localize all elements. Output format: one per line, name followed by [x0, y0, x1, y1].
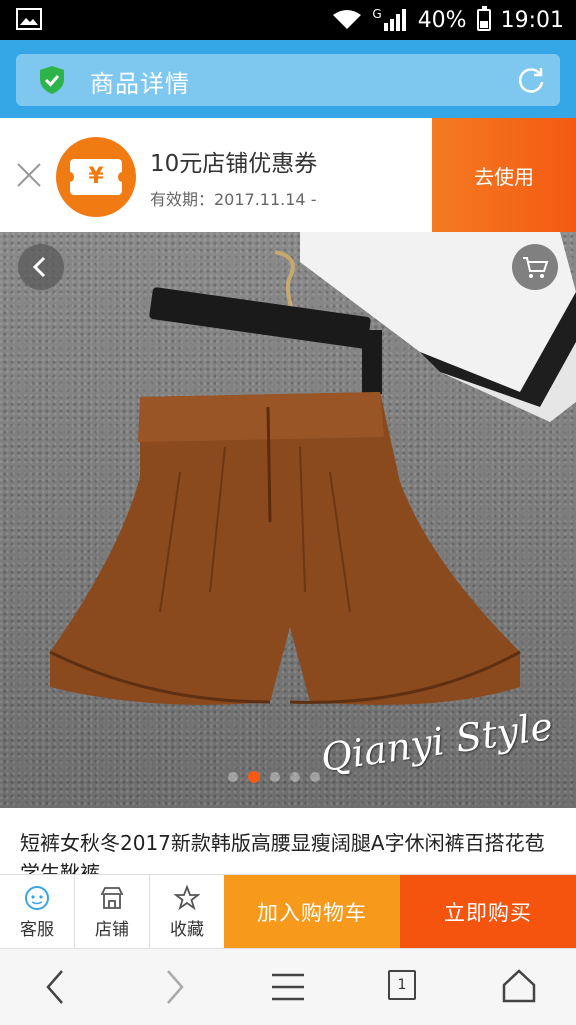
store-label: 店铺: [95, 920, 129, 940]
coupon-title: 10元店铺优惠券: [150, 151, 318, 177]
ticket-icon: ¥: [66, 159, 126, 195]
favorite-button[interactable]: 收藏: [150, 875, 225, 949]
status-right: G 40% 19:01: [332, 6, 564, 34]
page-title: 商品详情: [90, 70, 190, 98]
product-title-area: 短裤女秋冬2017新款韩版高腰显瘦阔腿A字休闲裤百搭花苞学生靴裤: [0, 808, 576, 876]
customer-service-label: 客服: [20, 920, 54, 940]
store-icon: [100, 887, 124, 909]
carousel-dot[interactable]: [290, 772, 300, 782]
shield-check-icon: [40, 66, 64, 94]
network-type: G: [372, 7, 382, 21]
customer-service-button[interactable]: 客服: [0, 875, 75, 949]
carousel-dot[interactable]: [228, 772, 238, 782]
cart-button[interactable]: [512, 244, 558, 290]
browser-nav-bar: 1: [0, 948, 576, 1025]
product-title: 短裤女秋冬2017新款韩版高腰显瘦阔腿A字休闲裤百搭花苞学生靴裤: [20, 831, 545, 876]
status-bar: G 40% 19:01: [0, 0, 576, 40]
browser-forward-icon[interactable]: [162, 969, 186, 1005]
wifi-icon: [333, 10, 362, 29]
close-icon[interactable]: [16, 162, 42, 188]
menu-icon[interactable]: [270, 969, 306, 1005]
back-button[interactable]: [18, 244, 64, 290]
store-button[interactable]: 店铺: [75, 875, 150, 949]
chevron-left-icon: [32, 256, 46, 278]
tabs-button[interactable]: 1: [388, 970, 416, 1000]
signal-icon: [383, 9, 406, 31]
home-icon[interactable]: [502, 969, 536, 1003]
use-coupon-button[interactable]: 去使用: [432, 118, 576, 232]
carousel-dot[interactable]: [248, 771, 260, 783]
coupon-validity: 有效期：2017.11.14 -: [150, 190, 317, 209]
buy-now-button[interactable]: 立即购买: [400, 875, 576, 949]
favorite-label: 收藏: [170, 920, 204, 940]
carousel-dot[interactable]: [270, 772, 280, 782]
carousel-indicators: [228, 771, 320, 783]
app-header: 商品详情: [0, 40, 576, 118]
battery-icon: [476, 6, 491, 31]
yen-symbol: ¥: [88, 164, 104, 189]
star-icon: [174, 885, 200, 911]
browser-back-icon[interactable]: [44, 969, 68, 1005]
header-bar: 商品详情: [16, 54, 560, 106]
add-to-cart-button[interactable]: 加入购物车: [224, 875, 400, 949]
product-image-carousel[interactable]: Qianyi Style: [0, 232, 576, 808]
headset-icon: [25, 886, 49, 910]
coupon-badge: ¥: [56, 137, 136, 217]
carousel-dot[interactable]: [310, 772, 320, 782]
gallery-icon: [16, 8, 42, 30]
battery-percent: 40%: [417, 7, 467, 33]
action-bar: 客服 店铺 收藏 加入购物车 立即购买: [0, 874, 576, 949]
refresh-icon[interactable]: [516, 65, 546, 95]
clock: 19:01: [500, 7, 564, 33]
cart-icon: [523, 257, 549, 278]
coupon-banner: ¥ 10元店铺优惠券 有效期：2017.11.14 - 去使用: [0, 118, 576, 232]
